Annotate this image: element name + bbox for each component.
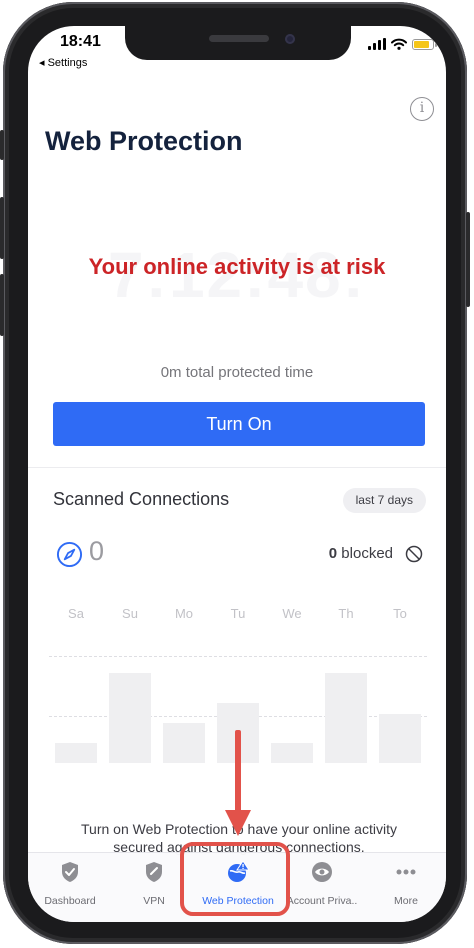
eye-icon (312, 862, 332, 882)
back-to-settings-link[interactable]: ◂ Settings (39, 56, 87, 69)
annotation-highlight-box (180, 842, 290, 916)
volume-down-button (0, 274, 4, 336)
risk-message: Your online activity is at risk (88, 254, 386, 279)
blocked-summary: 0 blocked (329, 545, 393, 562)
tab-dashboard[interactable]: Dashboard (28, 861, 112, 907)
day-label: Sa (68, 606, 84, 621)
tab-label: Dashboard (44, 895, 96, 907)
more-dots-icon (396, 869, 416, 875)
power-button (466, 212, 470, 307)
scanned-count: 0 (89, 536, 105, 566)
day-label: Th (338, 606, 354, 621)
day-bar (271, 743, 313, 763)
day-label: Tu (230, 606, 246, 621)
shield-link-icon (146, 862, 162, 882)
battery-icon (412, 38, 437, 50)
wifi-icon (391, 38, 407, 50)
tab-account-privacy[interactable]: Account Priva.. (280, 861, 364, 907)
compass-icon (56, 541, 83, 568)
shield-check-icon (62, 862, 78, 882)
page-title: Web Protection (45, 126, 243, 156)
volume-up-button (0, 197, 4, 259)
info-icon[interactable]: i (410, 97, 434, 121)
day-bar (55, 743, 97, 763)
block-icon (405, 545, 423, 563)
tab-label: Account Priva.. (286, 895, 358, 907)
day-bar (379, 714, 421, 763)
front-camera (285, 34, 295, 44)
speaker-grille (209, 35, 269, 42)
status-time: 18:41 (60, 33, 101, 50)
turn-on-button[interactable]: Turn On (53, 402, 425, 446)
day-label: Su (122, 606, 138, 621)
day-bar (163, 723, 205, 763)
day-bar (109, 673, 151, 763)
signal-icon (368, 38, 386, 50)
day-label: To (393, 606, 407, 621)
annotation-arrowhead (225, 810, 251, 836)
divider (28, 467, 446, 468)
mute-switch (0, 130, 4, 160)
section-title: Scanned Connections (53, 489, 230, 509)
range-chip[interactable]: last 7 days (342, 488, 426, 513)
annotation-arrow (235, 730, 241, 815)
blocked-label: blocked (341, 545, 393, 562)
status-icons (368, 38, 437, 50)
day-label: We (282, 606, 302, 621)
day-label: Mo (174, 606, 194, 621)
notch (125, 26, 351, 60)
tab-label: More (394, 895, 418, 907)
protected-time-label: 0m total protected time (160, 364, 314, 381)
day-bar (325, 673, 367, 763)
blocked-count: 0 (328, 545, 338, 562)
tab-more[interactable]: More (364, 861, 446, 907)
day-labels: Sa Su Mo Tu We Th To (49, 606, 427, 621)
